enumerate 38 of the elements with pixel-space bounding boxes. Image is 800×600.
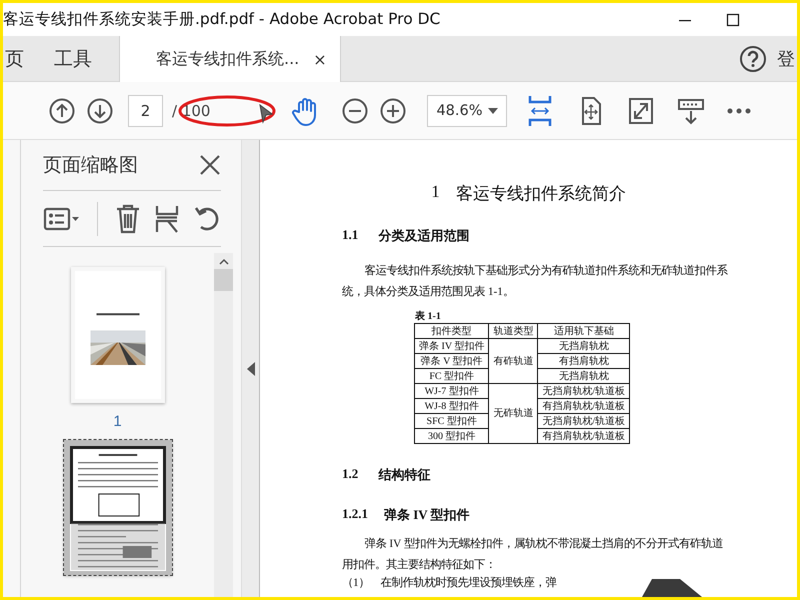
table-cell: WJ-8 型扣件 <box>414 398 489 414</box>
panel-title: 页面缩略图 <box>43 153 138 178</box>
close-tab-button[interactable]: × <box>313 50 327 68</box>
section-heading: 1 客运专线扣件系统简介 <box>430 182 627 205</box>
document-tab[interactable]: 客运专线扣件系统... × <box>119 36 341 82</box>
table-cell: 弹条 V 型扣件 <box>414 354 489 368</box>
column-header: 轨道类型 <box>488 324 538 338</box>
table-cell: 有挡肩轨枕/轨道板 <box>538 398 630 414</box>
table-cell: 无挡肩轨枕 <box>538 338 630 354</box>
window-title: 客运专线扣件系统安装手册.pdf.pdf - Adobe Acrobat Pro DC <box>3 9 442 30</box>
table-cell: 无挡肩轨枕 <box>538 368 630 384</box>
section-heading: 1.1 分类及适用范围 <box>342 227 470 245</box>
nav-tab[interactable]: 工具 <box>39 36 107 81</box>
table-cell: 300 型扣件 <box>414 428 489 444</box>
table-caption: 表 1-1 <box>415 310 442 323</box>
table-cell: 无挡肩轨枕/轨道板 <box>538 414 630 428</box>
table-cell: FC 型扣件 <box>414 368 489 384</box>
table-cell: 有挡肩轨枕/轨道板 <box>538 428 630 444</box>
body-paragraph: 弹条 IV 型扣件为无螺栓扣件，属轨枕不带混凝土挡肩的不分开式有砟轨道用扣件。其主要结构特征如下： <box>342 536 724 573</box>
column-header: 扣件类型 <box>414 324 489 338</box>
table-cell: 有砟轨道 <box>488 338 538 384</box>
body-paragraph: 客运专线扣件系统按轨下基础形式分为有砟轨道扣件系统和无砟轨道扣件系统，具体分类及适用范围见表 1-1。 <box>342 263 728 300</box>
page-number: 1 <box>113 413 122 430</box>
page-number-field[interactable]: 2 <box>128 94 163 126</box>
table-cell: 弹条 IV 型扣件 <box>414 338 489 354</box>
list-item: （1） 在制作轨枕时预先埋设预埋铁座，弹 <box>342 576 557 590</box>
page-count: / 100 <box>172 102 210 120</box>
table-cell: SFC 型扣件 <box>414 414 489 428</box>
column-header: 适用轨下基础 <box>538 324 630 338</box>
table-cell: WJ-7 型扣件 <box>414 384 489 398</box>
table-cell: 无挡肩轨枕/轨道板 <box>538 384 630 398</box>
table-cell: 有挡肩轨枕 <box>538 354 630 368</box>
nav-tab[interactable]: 页 <box>3 36 39 81</box>
table-cell: 无砟轨道 <box>488 384 538 444</box>
sign-in-link[interactable]: 登 <box>777 36 795 81</box>
zoom-dropdown[interactable]: 48.6% <box>427 94 508 126</box>
section-heading: 1.2 结构特征 <box>342 466 432 484</box>
section-heading: 1.2.1 弹条 IV 型扣件 <box>342 506 471 524</box>
